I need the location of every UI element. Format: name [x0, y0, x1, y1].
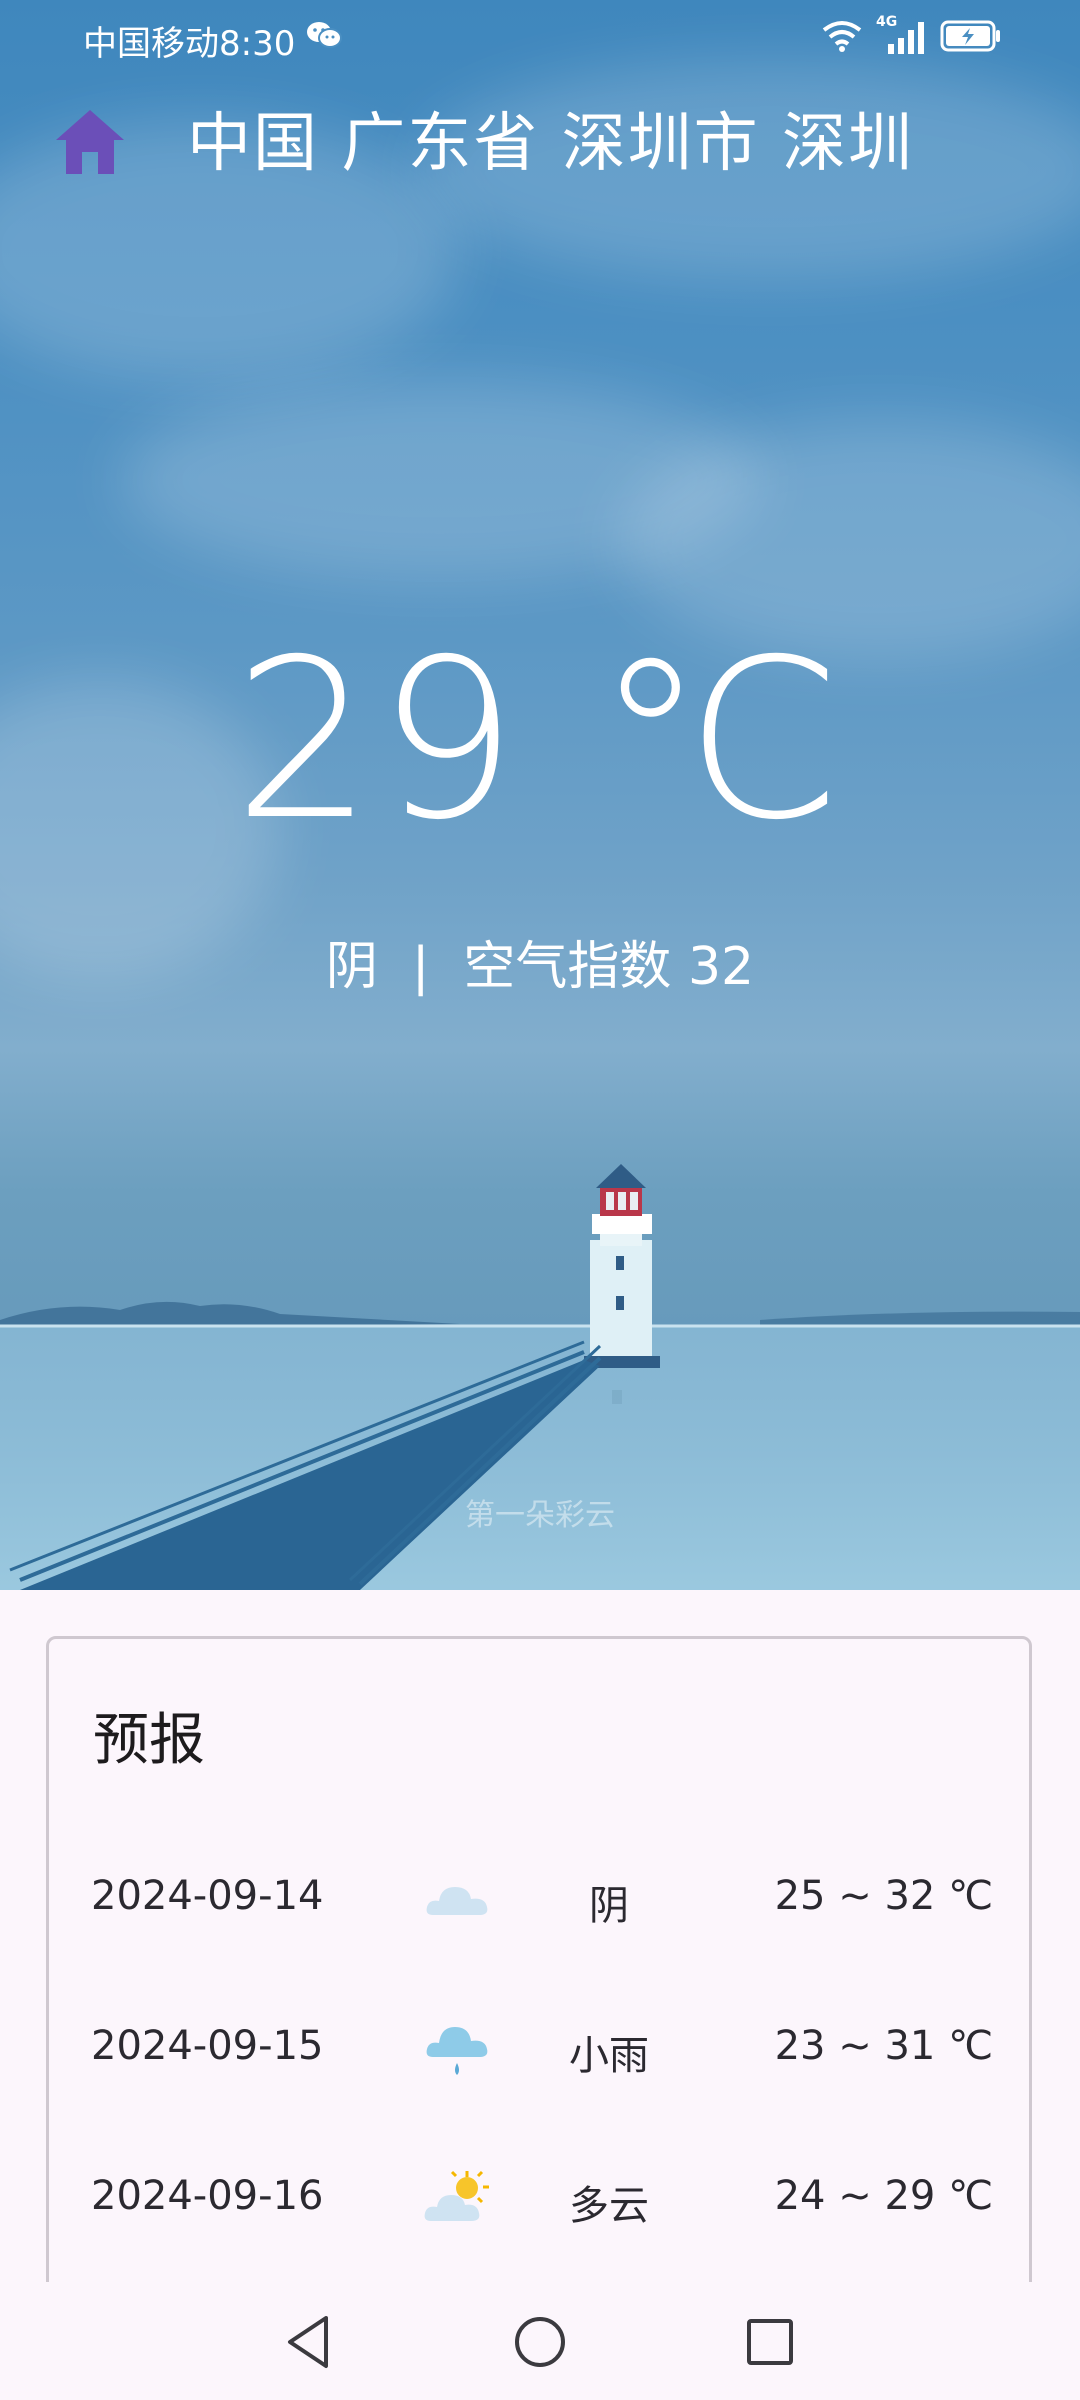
forecast-title: 预报 — [93, 1708, 205, 1773]
forecast-date: 2024-09-15 — [91, 2023, 324, 2069]
forecast-temp-range: 23 ~ 31 ℃ — [774, 2023, 993, 2069]
location-title: 中国 广东省 深圳市 深圳 — [187, 107, 915, 181]
back-triangle-icon[interactable] — [280, 2312, 340, 2372]
forecast-card: 预报 2024-09-14 阴 25 ~ 32 ℃ 2024-09-15 小雨 … — [46, 1636, 1032, 2296]
forecast-condition: 多云 — [569, 2183, 649, 2229]
wechat-icon — [307, 22, 342, 48]
forecast-condition: 小雨 — [569, 2033, 649, 2079]
battery-charging-icon — [940, 20, 1000, 52]
home-button[interactable] — [52, 104, 128, 180]
air-quality-index: 空气指数 32 — [463, 937, 755, 997]
carrier-time: 中国移动8:30 — [83, 24, 296, 64]
forecast-temp-range: 24 ~ 29 ℃ — [774, 2173, 993, 2219]
cloudy-icon — [426, 1887, 488, 1915]
current-temperature: 29 ℃ — [233, 612, 847, 868]
wifi-icon — [822, 21, 862, 52]
home-circle-icon[interactable] — [510, 2312, 570, 2372]
navigation-bar — [0, 2282, 1080, 2400]
light-rain-icon — [426, 2027, 488, 2075]
recents-square-icon[interactable] — [740, 2312, 800, 2372]
forecast-date: 2024-09-16 — [91, 2173, 324, 2219]
watermark-text: 第一朵彩云 — [465, 1498, 615, 1533]
partly-cloudy-icon — [424, 2170, 489, 2221]
forecast-row: 2024-09-15 小雨 23 ~ 31 ℃ — [49, 2009, 1029, 2089]
status-bar: 中国移动8:30 4G — [0, 0, 1080, 72]
signal-icon: 4G — [876, 14, 926, 56]
current-condition-row: 阴 | 空气指数 32 — [0, 935, 1080, 999]
forecast-row: 2024-09-14 阴 25 ~ 32 ℃ — [49, 1859, 1029, 1939]
forecast-date: 2024-09-14 — [91, 1873, 324, 1919]
current-condition: 阴 — [325, 937, 378, 997]
forecast-row: 2024-09-16 多云 24 ~ 29 ℃ — [49, 2159, 1029, 2239]
home-icon — [56, 110, 124, 174]
forecast-condition: 阴 — [589, 1883, 629, 1929]
forecast-temp-range: 25 ~ 32 ℃ — [774, 1873, 993, 1919]
separator: | — [411, 937, 430, 997]
